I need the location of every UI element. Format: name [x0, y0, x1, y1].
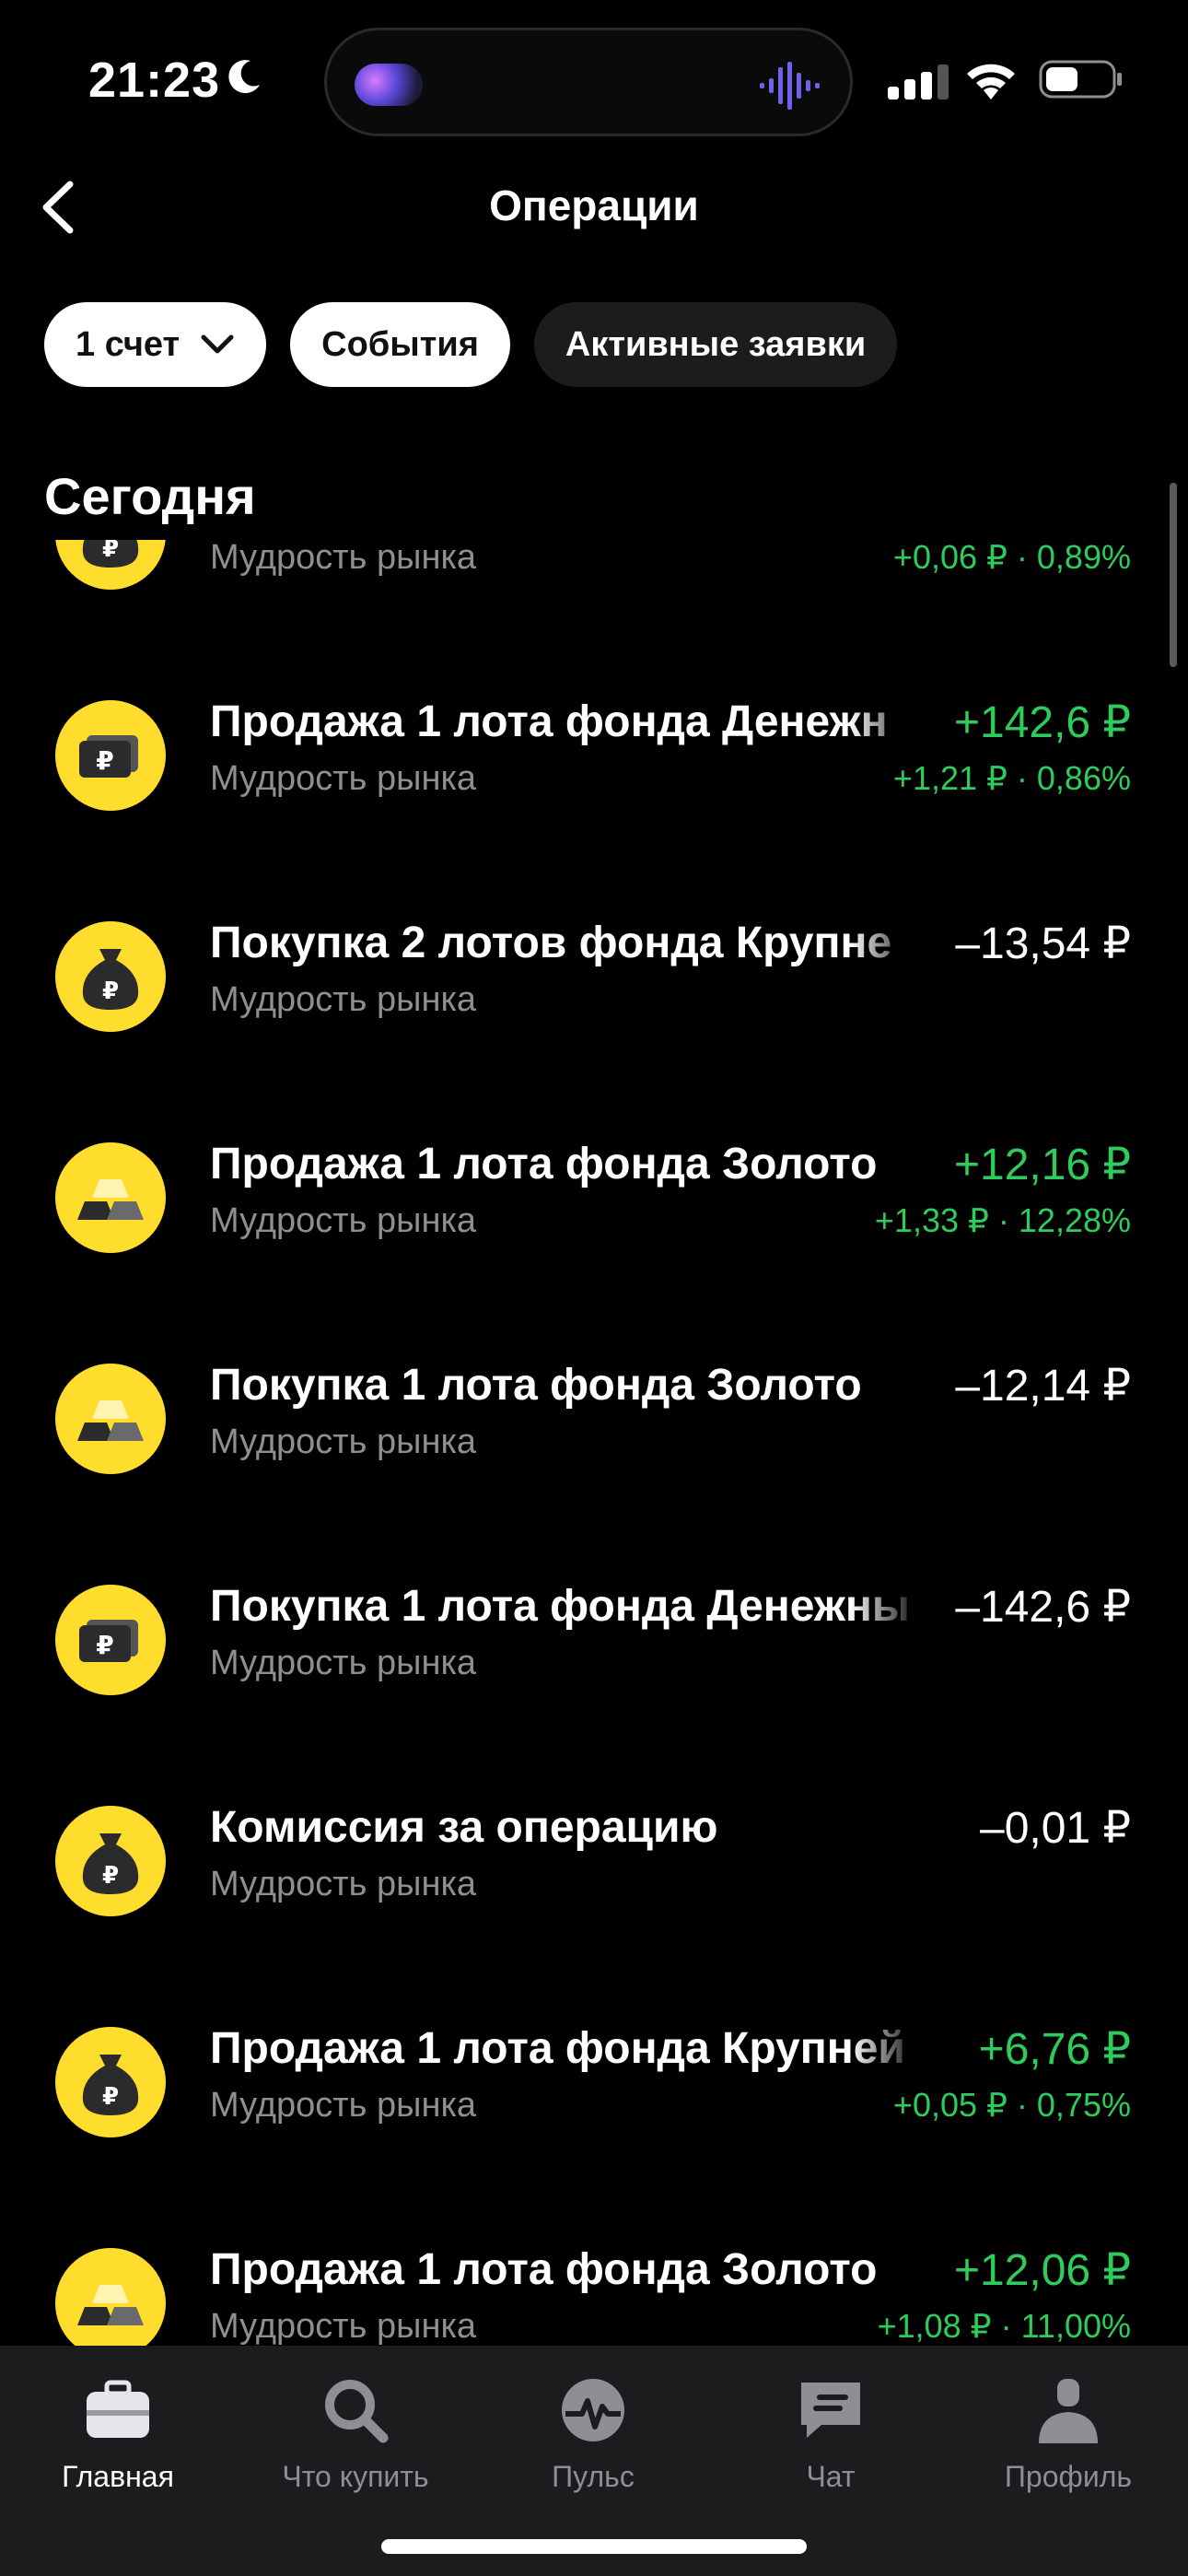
operation-account: Мудрость рынка — [210, 2307, 477, 2346]
profile-icon — [1039, 2379, 1098, 2443]
moon-icon — [228, 60, 260, 94]
gold-bars-icon — [55, 1142, 166, 1253]
chat-icon — [801, 2383, 860, 2438]
battery-icon — [1039, 60, 1122, 99]
svg-text:₽: ₽ — [102, 978, 119, 1005]
operation-row[interactable]: ₽ Продажа 1 лота фонда Денежн Мудрость р… — [0, 650, 1188, 872]
status-time: 21:23 — [88, 53, 221, 108]
operation-amount: +6,76 ₽ — [978, 2025, 1131, 2074]
operation-title: Продажа 1 лота фонда Золото — [210, 1140, 878, 1188]
money-bag-icon: ₽ — [55, 2027, 166, 2137]
operation-amount: +12,16 ₽ — [953, 1141, 1131, 1189]
operation-profit: +0,06 ₽ · 0,89% — [892, 540, 1131, 576]
operation-profit: +1,08 ₽ · 11,00% — [877, 2307, 1131, 2345]
operation-profit: +1,21 ₽ · 0,86% — [892, 759, 1131, 797]
operation-amount: –142,6 ₽ — [955, 1583, 1131, 1632]
operation-row[interactable]: ₽ Мудрость рынка +0,06 ₽ · 0,89% — [0, 540, 1188, 650]
music-artwork-icon — [355, 64, 423, 106]
tab-chat[interactable]: Чат — [720, 2373, 941, 2494]
operation-account: Мудрость рынка — [210, 1865, 477, 1903]
svg-text:₽: ₽ — [96, 1630, 113, 1660]
operation-title: Покупка 1 лота фонда Денежны — [210, 1582, 910, 1631]
tab-what-to-buy-label: Что купить — [282, 2460, 429, 2493]
operations-list: ₽ Мудрость рынка +0,06 ₽ · 0,89% ₽ Прода… — [0, 540, 1188, 2346]
gold-bars-icon — [55, 2248, 166, 2346]
operation-row[interactable]: ₽ Покупка 2 лотов фонда Крупне Мудрость … — [0, 872, 1188, 1093]
tab-pulse[interactable]: Пульс — [483, 2373, 704, 2494]
ruble-bills-icon: ₽ — [55, 700, 166, 811]
search-icon — [325, 2380, 389, 2443]
operation-account: Мудрость рынка — [210, 540, 477, 577]
operation-amount: –0,01 ₽ — [980, 1804, 1131, 1853]
gold-bars-icon — [55, 1364, 166, 1474]
chevron-down-icon — [201, 334, 234, 354]
home-indicator[interactable] — [381, 2539, 807, 2554]
tab-what-to-buy[interactable]: Что купить — [245, 2373, 466, 2494]
tab-pulse-label: Пульс — [552, 2460, 635, 2493]
operation-account: Мудрость рынка — [210, 1644, 477, 1682]
operation-account: Мудрость рынка — [210, 2086, 477, 2125]
operation-profit: +1,33 ₽ · 12,28% — [874, 1201, 1131, 1239]
operation-amount: –13,54 ₽ — [955, 919, 1131, 968]
money-bag-icon: ₽ — [55, 921, 166, 1032]
section-title-today: Сегодня — [44, 467, 256, 525]
operation-row[interactable]: ₽ Комиссия за операцию Мудрость рынка –0… — [0, 1756, 1188, 1977]
operation-row[interactable]: Продажа 1 лота фонда Золото Мудрость рын… — [0, 1093, 1188, 1314]
svg-text:₽: ₽ — [96, 745, 113, 776]
pulse-icon — [562, 2379, 624, 2441]
operation-amount: –12,14 ₽ — [955, 1362, 1131, 1411]
briefcase-icon — [87, 2380, 149, 2438]
svg-text:₽: ₽ — [102, 2083, 119, 2111]
operation-title: Продажа 1 лота фонда Золото — [210, 2245, 878, 2294]
account-filter-label: 1 счет — [76, 324, 181, 364]
events-chip-label: События — [321, 324, 479, 364]
dynamic-island[interactable] — [324, 28, 853, 136]
page-title: Операции — [489, 181, 699, 229]
operation-row[interactable]: Покупка 1 лота фонда Золото Мудрость рын… — [0, 1314, 1188, 1535]
money-bag-icon: ₽ — [55, 1806, 166, 1916]
tab-profile[interactable]: Профиль — [958, 2373, 1179, 2494]
operation-row[interactable]: ₽ Продажа 1 лота фонда Крупней Мудрость … — [0, 1977, 1188, 2198]
operation-profit: +0,05 ₽ · 0,75% — [892, 2086, 1131, 2124]
status-bar: 21:23 — [0, 0, 1188, 157]
tab-home-label: Главная — [62, 2460, 174, 2493]
operation-title: Продажа 1 лота фонда Крупней — [210, 2024, 905, 2073]
operation-title: Покупка 2 лотов фонда Крупне — [210, 919, 892, 967]
operation-row[interactable]: ₽ Покупка 1 лота фонда Денежны Мудрость … — [0, 1535, 1188, 1756]
events-chip[interactable]: События — [290, 302, 510, 387]
operation-row[interactable]: Продажа 1 лота фонда Золото Мудрость рын… — [0, 2198, 1188, 2346]
wifi-icon — [967, 64, 1015, 100]
money-bag-icon: ₽ — [55, 540, 166, 590]
tab-home[interactable]: Главная — [7, 2373, 228, 2494]
active-orders-chip-label: Активные заявки — [565, 324, 867, 364]
operation-title: Покупка 1 лота фонда Золото — [210, 1361, 862, 1410]
tab-chat-label: Чат — [806, 2460, 856, 2493]
filter-chips: 1 счет События Активные заявки — [44, 302, 898, 387]
operation-account: Мудрость рынка — [210, 1201, 477, 1240]
operation-account: Мудрость рынка — [210, 980, 477, 1019]
operation-title: Комиссия за операцию — [210, 1803, 718, 1852]
cellular-signal-icon — [888, 64, 949, 100]
operation-amount: +142,6 ₽ — [953, 698, 1131, 747]
audio-wave-icon — [760, 62, 820, 110]
active-orders-chip[interactable]: Активные заявки — [533, 302, 898, 387]
svg-text:₽: ₽ — [102, 540, 119, 563]
svg-text:₽: ₽ — [102, 1862, 119, 1890]
tab-profile-label: Профиль — [1004, 2460, 1133, 2493]
account-filter-chip[interactable]: 1 счет — [44, 302, 267, 387]
operation-account: Мудрость рынка — [210, 1423, 477, 1461]
operation-account: Мудрость рынка — [210, 759, 477, 798]
operation-amount: +12,06 ₽ — [953, 2246, 1131, 2295]
ruble-bills-icon: ₽ — [55, 1585, 166, 1695]
operation-title: Продажа 1 лота фонда Денежн — [210, 697, 888, 746]
